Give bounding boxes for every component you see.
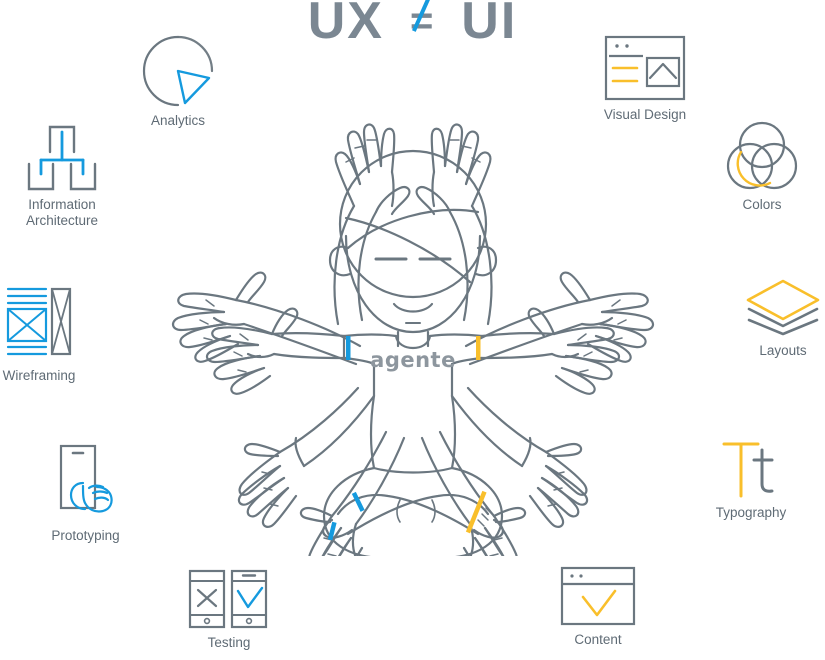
- skill-label-information-architecture: Information Architecture: [25, 197, 99, 228]
- figure-accent-stripes: [327, 336, 487, 541]
- not-equal-icon: =: [410, 0, 435, 48]
- skill-label-testing: Testing: [207, 635, 251, 650]
- wireframe-blocks-icon: [6, 281, 72, 363]
- skill-label-typography: Typography: [715, 505, 787, 520]
- skill-label-analytics: Analytics: [150, 113, 206, 128]
- title-ux: UX: [307, 0, 384, 50]
- skill-item-colors[interactable]: Colors: [716, 120, 808, 213]
- skill-item-visual-design[interactable]: Visual Design: [595, 34, 695, 123]
- venn-circles-icon: [726, 120, 798, 192]
- skill-item-testing[interactable]: Testing: [178, 568, 280, 651]
- skill-item-analytics[interactable]: Analytics: [128, 34, 228, 129]
- skill-item-typography[interactable]: Typography: [702, 438, 800, 521]
- skill-item-wireframing[interactable]: Wireframing: [0, 281, 80, 384]
- skill-label-content: Content: [574, 632, 622, 647]
- skill-label-colors: Colors: [742, 197, 782, 212]
- skill-label-layouts: Layouts: [759, 343, 807, 358]
- skill-item-layouts[interactable]: Layouts: [736, 276, 825, 359]
- central-figure-illustration: [171, 123, 655, 556]
- skill-label-prototyping: Prototyping: [51, 528, 120, 543]
- browser-image-text-icon: [603, 34, 687, 102]
- skill-label-wireframing: Wireframing: [2, 368, 76, 383]
- browser-check-icon: [559, 565, 637, 627]
- skill-label-visual-design: Visual Design: [603, 107, 687, 122]
- phone-tap-hand-icon: [53, 443, 119, 523]
- hierarchy-tree-icon: [23, 124, 101, 192]
- two-phones-x-check-icon: [188, 568, 270, 630]
- pie-chart-icon: [141, 34, 215, 108]
- skill-item-prototyping[interactable]: Prototyping: [38, 443, 133, 544]
- skill-item-content[interactable]: Content: [546, 565, 650, 648]
- stacked-layers-icon: [744, 276, 822, 338]
- skill-item-information-architecture[interactable]: Information Architecture: [8, 124, 116, 229]
- page-title: UX = UI: [0, 0, 825, 48]
- infographic-canvas: UX = UI agente Analytics Information Arc…: [0, 0, 825, 660]
- title-ui: UI: [461, 0, 518, 50]
- letter-tt-icon: [720, 438, 782, 500]
